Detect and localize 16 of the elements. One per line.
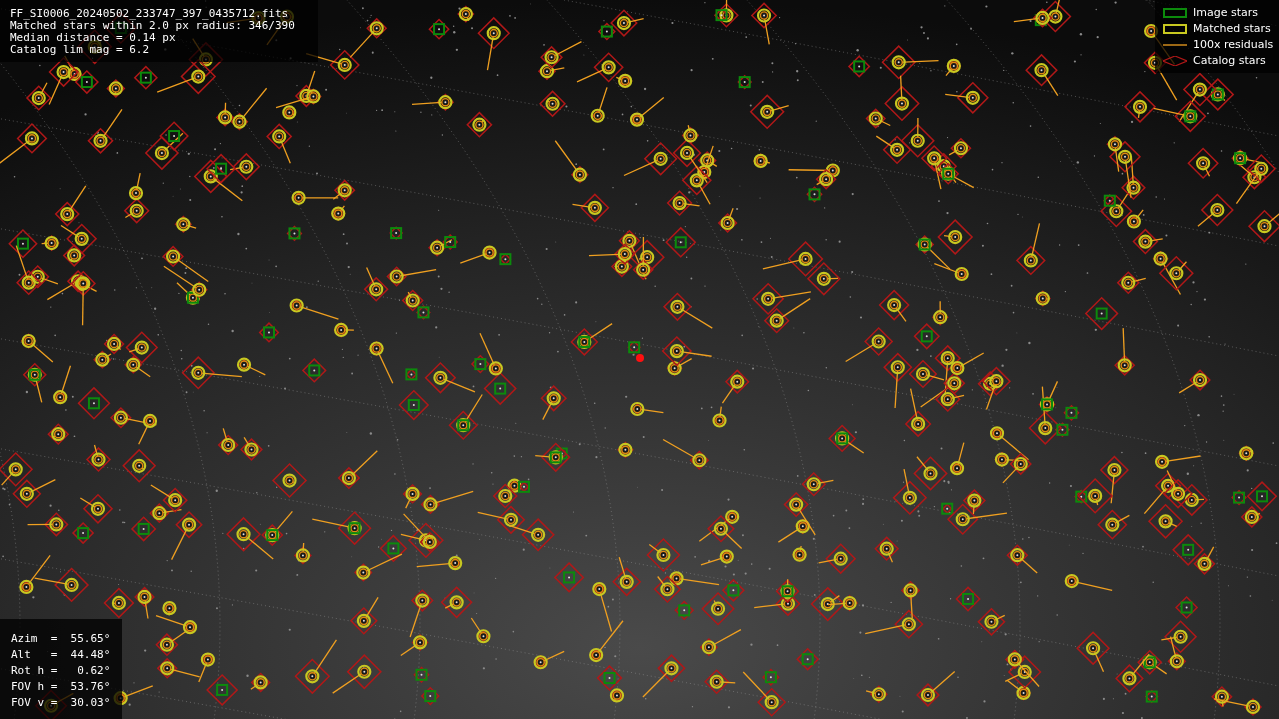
- pointing-text: FOV h = 53.76°: [11, 679, 112, 695]
- pointing-text: Azim = 55.65°: [11, 631, 112, 647]
- info-text: FF_SI0006_20240502_233747_397_0435712.fits: [10, 8, 290, 20]
- image-star-square-icon: [1163, 7, 1187, 18]
- pointing-text: Alt = 44.48°: [11, 647, 112, 663]
- info-text: Catalog lim mag = 6.2: [10, 44, 151, 56]
- info-text: Median distance = 0.14 px: [10, 32, 177, 44]
- legend-label: 100x residuals: [1193, 38, 1274, 51]
- diamond-icon: [1163, 55, 1187, 66]
- info-text: Matched stars within 2.0 px radius: 346/390: [10, 20, 296, 32]
- legend-label: Matched stars: [1193, 22, 1271, 35]
- legend-label: Image stars: [1193, 6, 1258, 19]
- matched-star-square-icon: [1163, 23, 1187, 34]
- pointing-text: Rot h = 0.62°: [11, 663, 112, 679]
- legend-label: Catalog stars: [1193, 54, 1266, 67]
- pointing-text: FOV v = 30.03°: [11, 695, 112, 711]
